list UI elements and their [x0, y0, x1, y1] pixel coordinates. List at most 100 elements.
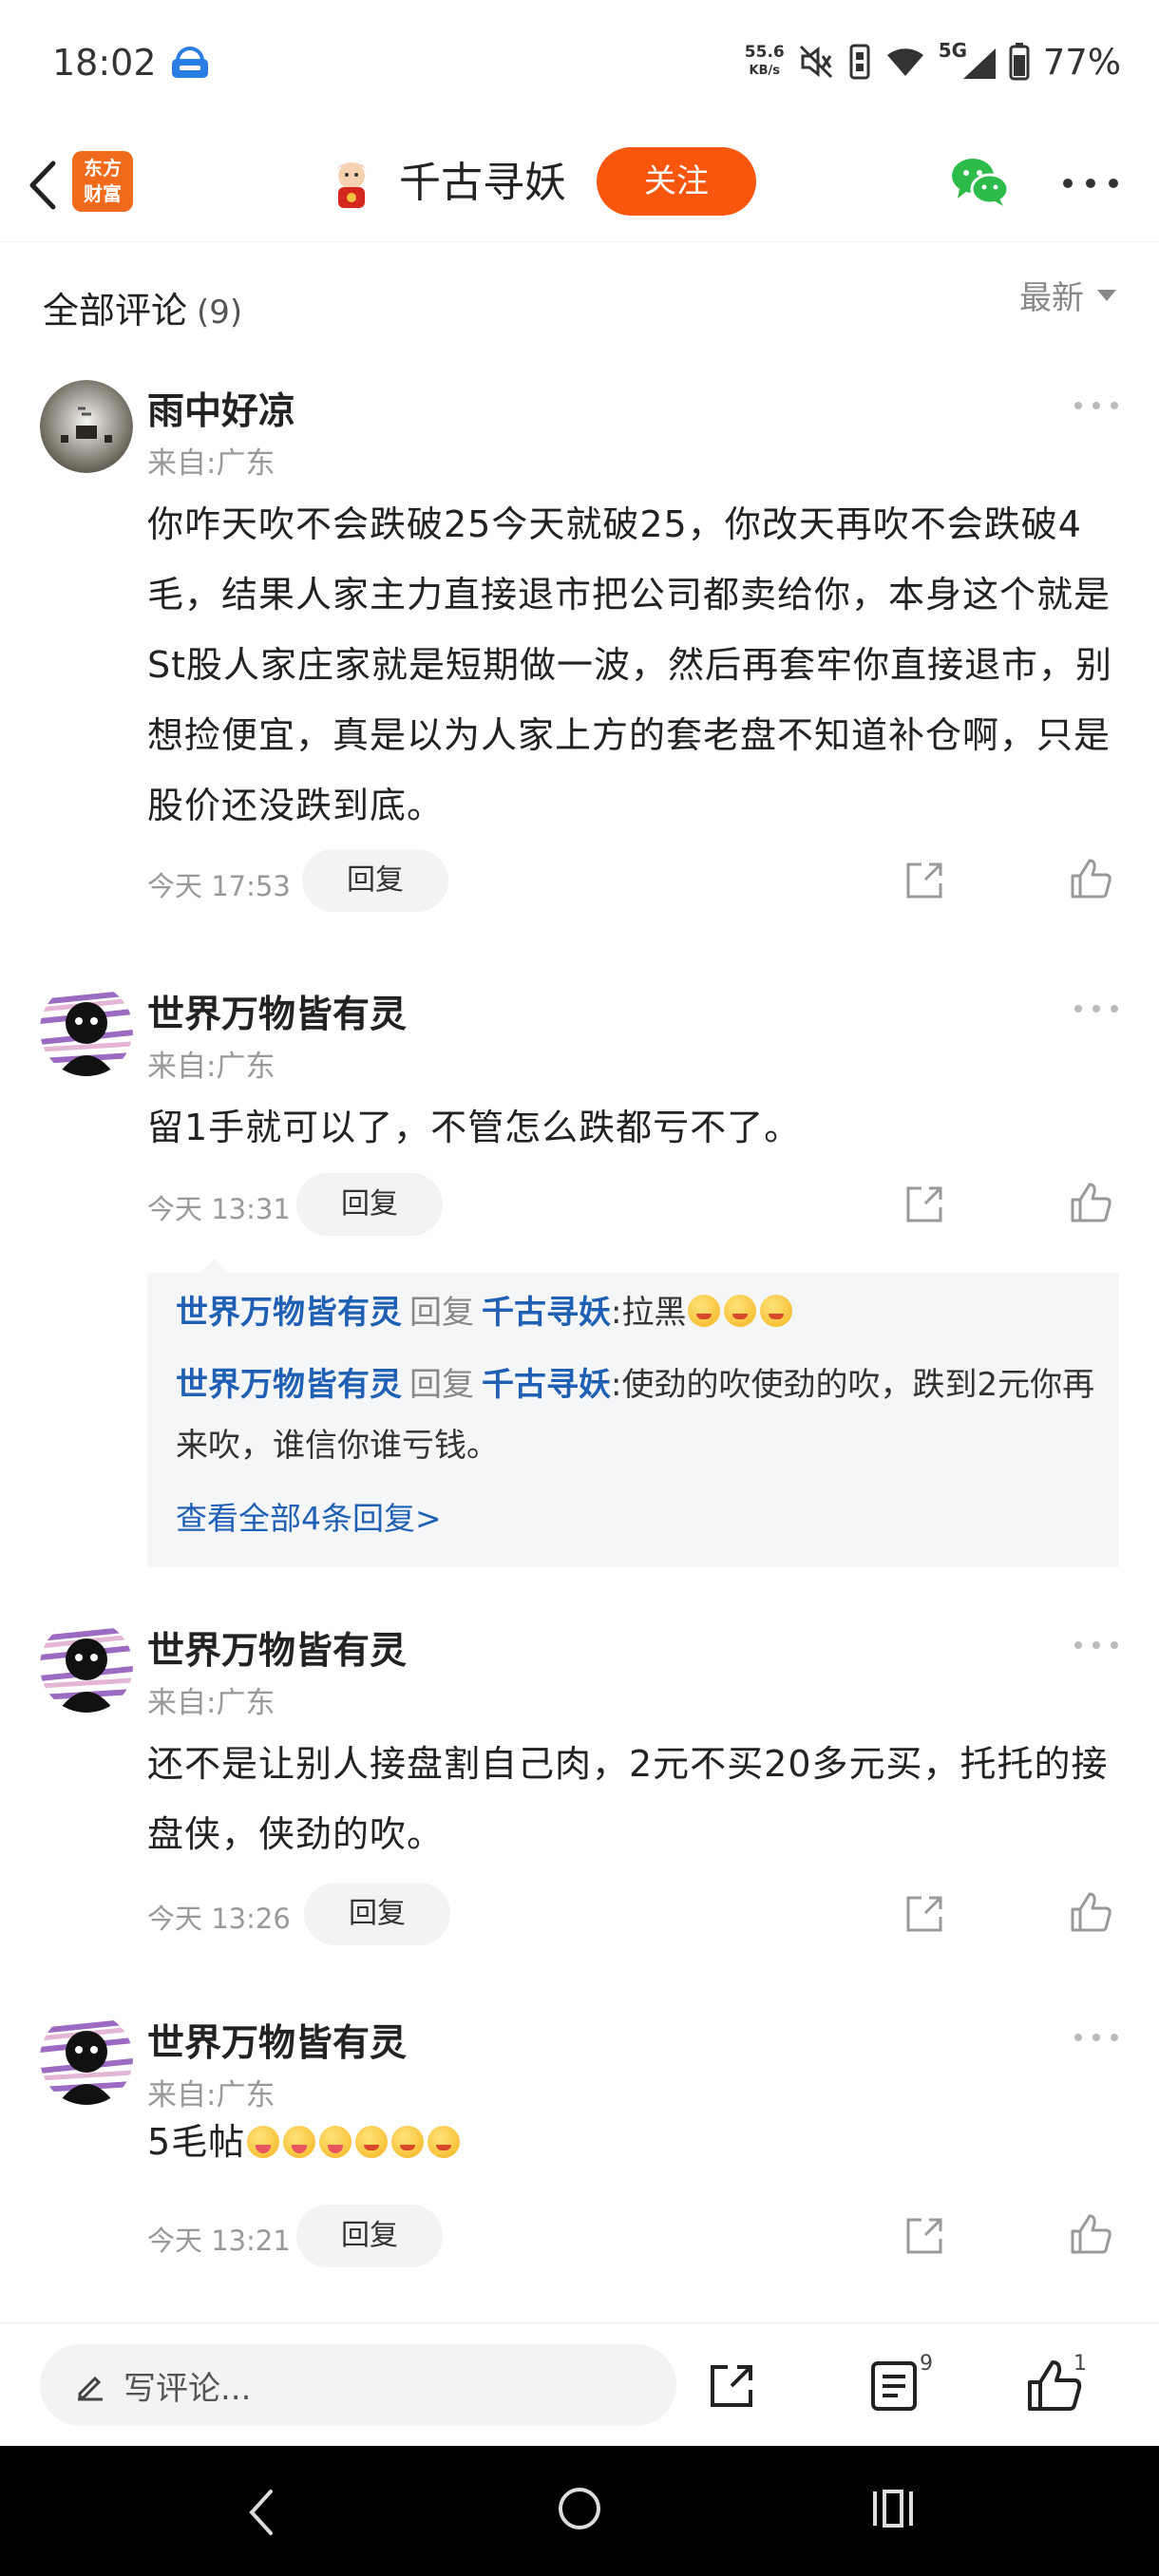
share-icon[interactable]: [902, 1183, 946, 1226]
view-all-replies-link[interactable]: 查看全部4条回复>: [176, 1493, 442, 1539]
comment-text-content: 5毛帖: [147, 2121, 246, 2163]
reply-button[interactable]: 回复: [304, 1883, 450, 1945]
comment-location: 来自:广东: [147, 446, 276, 481]
sort-dropdown[interactable]: 最新: [1019, 272, 1116, 318]
wifi-icon: [886, 48, 923, 76]
tongue-emoji-icon: [319, 2126, 352, 2158]
comment-username[interactable]: 世界万物皆有灵: [147, 2014, 407, 2067]
vibrate-icon: [849, 44, 870, 80]
comment-text: 还不是让别人接盘割自己肉，2元不买20多元买，托托的接盘侠，侠劲的吹。: [147, 1743, 1109, 1855]
comment-time: 今天 17:53: [147, 870, 291, 902]
comments-list-icon[interactable]: [869, 2359, 919, 2413]
comment-time: 今天 13:21: [147, 2225, 291, 2257]
cellular-5g: 5G: [939, 39, 996, 81]
nav-home-icon[interactable]: [557, 2486, 602, 2531]
user-avatar[interactable]: [40, 983, 133, 1076]
app-logo[interactable]: 东方 财富: [72, 151, 133, 212]
share-icon[interactable]: [902, 2214, 946, 2258]
replies-box: 世界万物皆有灵 回复 千古寻妖:拉黑 世界万物皆有灵 回复 千古寻妖:使劲的吹使劲的吹，…: [147, 1273, 1119, 1567]
net-speed-value: 55.6: [744, 43, 785, 62]
author-name[interactable]: 千古寻妖: [399, 155, 566, 212]
reply-text: :拉黑: [611, 1294, 687, 1332]
share-icon[interactable]: [705, 2359, 758, 2413]
comment-item: 雨中好凉 来自:广东 你咋天吹不会跌破25今天就破25，你改天再吹不会跌破4毛，…: [0, 380, 1159, 931]
status-bar: 18:02 55.6 KB/s 5G 77%: [0, 0, 1159, 128]
dizzy-emoji-icon: [428, 2126, 461, 2158]
thumbs-up-icon[interactable]: [1069, 2212, 1112, 2256]
reply-item[interactable]: 世界万物皆有灵 回复 千古寻妖:使劲的吹使劲的吹，跌到2元你再来吹，谁信你谁亏钱。: [176, 1354, 1097, 1476]
reply-box-pointer: [200, 1259, 230, 1274]
mute-icon: [799, 45, 832, 79]
thumbs-up-icon[interactable]: [1069, 1181, 1112, 1224]
comment-username[interactable]: 世界万物皆有灵: [147, 985, 407, 1038]
comment-time: 今天 13:31: [147, 1193, 291, 1225]
comment-text: 留1手就可以了，不管怎么跌都亏不了。: [147, 1107, 802, 1148]
comment-more-icon[interactable]: [1074, 1004, 1119, 1013]
comment-item: 世界万物皆有灵 来自:广东 还不是让别人接盘割自己肉，2元不买20多元买，托托的…: [0, 1619, 1159, 1980]
dizzy-emoji-icon: [760, 1295, 793, 1327]
dizzy-emoji-icon: [391, 2126, 425, 2158]
comment-username[interactable]: 雨中好凉: [147, 382, 295, 435]
comments-header: 全部评论 (9) 最新: [0, 243, 1159, 367]
reply-button[interactable]: 回复: [296, 2205, 443, 2267]
comments-title: 全部评论 (9): [43, 281, 242, 333]
comment-username[interactable]: 世界万物皆有灵: [147, 1621, 407, 1675]
comment-input[interactable]: 写评论...: [40, 2344, 676, 2426]
reply-button[interactable]: 回复: [296, 1173, 443, 1236]
reply-target[interactable]: 千古寻妖: [482, 1366, 611, 1404]
more-options-icon[interactable]: [1062, 178, 1119, 189]
wechat-share-icon[interactable]: [950, 157, 1009, 208]
user-avatar[interactable]: [40, 380, 133, 473]
system-nav-bar: [0, 2446, 1159, 2576]
comment-item: 世界万物皆有灵 来自:广东 5毛帖 今天 13:21 回复: [0, 2012, 1159, 2297]
reply-verb: 回复: [409, 1294, 474, 1332]
caret-down-icon: [1097, 289, 1116, 301]
comment-input-placeholder: 写评论...: [124, 2369, 252, 2408]
reply-user[interactable]: 世界万物皆有灵: [176, 1294, 402, 1332]
net-speed: 55.6 KB/s: [745, 44, 785, 80]
comment-more-icon[interactable]: [1074, 401, 1119, 410]
comment-location: 来自:广东: [147, 1686, 276, 1720]
thumbs-up-icon[interactable]: [1069, 857, 1112, 900]
thumbs-up-icon[interactable]: [1069, 1890, 1112, 1934]
pencil-icon: [78, 2376, 103, 2401]
share-icon[interactable]: [902, 1892, 946, 1936]
reply-target[interactable]: 千古寻妖: [482, 1294, 611, 1332]
logo-line2: 财富: [84, 182, 122, 205]
reply-button[interactable]: 回复: [302, 849, 448, 912]
comments-title-text: 全部评论: [43, 290, 188, 331]
reply-user[interactable]: 世界万物皆有灵: [176, 1366, 402, 1404]
reply-item[interactable]: 世界万物皆有灵 回复 千古寻妖:拉黑: [176, 1282, 1097, 1343]
dizzy-emoji-icon: [355, 2126, 389, 2158]
bottom-action-bar: 写评论... 9 1: [0, 2322, 1159, 2446]
comment-text: 5毛帖: [147, 2107, 1126, 2177]
follow-button[interactable]: 关注: [597, 147, 756, 216]
battery-icon: [1009, 43, 1030, 81]
top-nav-bar: 东方 财富 千古寻妖 关注: [0, 128, 1159, 242]
user-avatar[interactable]: [40, 2012, 133, 2105]
nav-back-icon[interactable]: [242, 2484, 280, 2541]
tongue-emoji-icon: [247, 2126, 280, 2158]
user-avatar[interactable]: [40, 1619, 133, 1713]
comments-count-badge: 9: [920, 2352, 933, 2376]
comment-more-icon[interactable]: [1074, 2033, 1119, 2042]
status-icons: 55.6 KB/s 5G 77%: [745, 38, 1121, 85]
dizzy-emoji-icon: [688, 1295, 721, 1327]
comment-location: 来自:广东: [147, 1050, 276, 1084]
comment-more-icon[interactable]: [1074, 1640, 1119, 1650]
net-speed-unit: KB/s: [749, 64, 780, 78]
battery-percent: 77%: [1042, 41, 1121, 83]
dizzy-emoji-icon: [724, 1295, 757, 1327]
author-avatar-icon[interactable]: [323, 155, 380, 212]
status-time: 18:02: [52, 42, 157, 84]
nav-recents-icon[interactable]: [869, 2488, 917, 2529]
share-icon[interactable]: [902, 859, 946, 902]
likes-count-badge: 1: [1074, 2352, 1087, 2376]
logo-line1: 东方: [84, 157, 122, 180]
app-notification-icon: [172, 47, 208, 78]
reply-verb: 回复: [409, 1366, 474, 1404]
comment-time: 今天 13:26: [147, 1903, 291, 1935]
back-arrow-icon[interactable]: [19, 152, 66, 218]
comment-text: 你咋天吹不会跌破25今天就破25，你改天再吹不会跌破4毛，结果人家主力直接退市把…: [147, 503, 1113, 826]
tongue-emoji-icon: [283, 2126, 316, 2158]
